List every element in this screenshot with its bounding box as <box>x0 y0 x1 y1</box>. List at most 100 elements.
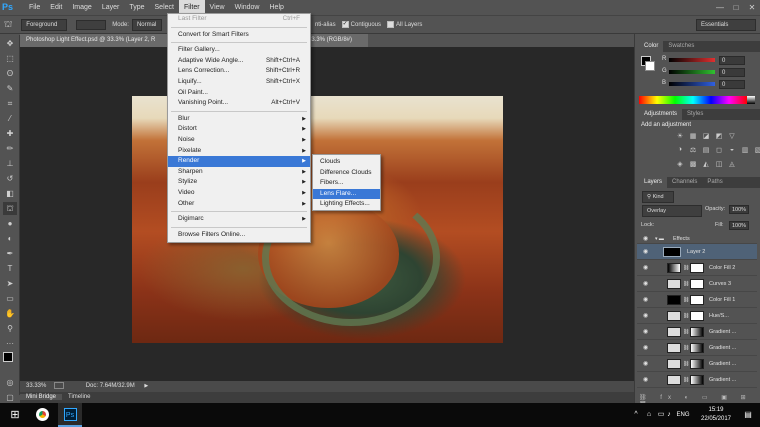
layer-row[interactable]: ◉ ⛓ Curves 3 <box>637 276 757 292</box>
filter-menu-item-filter-gallery[interactable]: Filter Gallery... <box>168 45 310 56</box>
filter-menu-item-distort[interactable]: Distort ▶ <box>168 124 310 135</box>
menu-type[interactable]: Type <box>124 0 149 15</box>
filter-menu-item-render[interactable]: Render ▶ <box>168 156 310 167</box>
quick-mask-icon[interactable]: ◎ <box>3 376 17 389</box>
adjustment-icon[interactable]: ⚖ <box>688 146 698 154</box>
filter-menu-item-last-filter[interactable]: Last Filter Ctrl+F <box>168 14 310 25</box>
filter-menu-item-pixelate[interactable]: Pixelate ▶ <box>168 146 310 157</box>
volume-icon[interactable]: ♪ <box>664 403 674 427</box>
visibility-eye-icon[interactable]: ◉ <box>643 234 648 244</box>
adjustment-icon[interactable]: ◩ <box>714 132 724 140</box>
filter-menu-item-convert-for-smart-filters[interactable]: Convert for Smart Filters <box>168 30 310 41</box>
channel-slider-b[interactable] <box>669 82 715 86</box>
pen-tool-icon[interactable]: ✒ <box>3 247 17 260</box>
maximize-button[interactable]: □ <box>728 3 744 12</box>
tab-layers[interactable]: Layers <box>639 177 668 188</box>
paint-bucket-tool-icon[interactable]: ⛫ <box>4 19 12 31</box>
zoom-tool-icon[interactable]: ⚲ <box>3 322 17 335</box>
filter-menu-item-noise[interactable]: Noise ▶ <box>168 135 310 146</box>
doc-size[interactable]: Doc: 7.64M/32.9M <box>86 383 135 389</box>
menu-layer[interactable]: Layer <box>97 0 125 15</box>
filter-menu-item-oil-paint[interactable]: Oil Paint... <box>168 88 310 99</box>
menu-image[interactable]: Image <box>67 0 96 15</box>
brush-tool-icon[interactable]: ✏ <box>3 142 17 155</box>
channel-slider-r[interactable] <box>669 58 715 62</box>
layer-row[interactable]: ◉ ⛓ Gradient ... <box>637 340 757 356</box>
close-button[interactable]: ✕ <box>744 3 760 12</box>
layer-row[interactable]: ◉ ⛓ Gradient ... <box>637 372 757 388</box>
adjustment-icon[interactable]: ▤ <box>701 146 711 154</box>
layer-row[interactable]: ◉ ⛓ Color Fill 2 <box>637 260 757 276</box>
tab-mini-bridge[interactable]: Mini Bridge <box>20 394 63 400</box>
layers-footer-icons[interactable]: ⛓ fx ◐ ▭ ▣ ⊞ 🗑 <box>639 394 755 408</box>
adjustment-icon[interactable]: ☀ <box>675 132 685 140</box>
adjustment-icon[interactable]: ◭ <box>701 160 711 168</box>
all-layers-checkbox[interactable]: All Layers <box>387 20 422 28</box>
color-spectrum-bw[interactable] <box>747 96 755 104</box>
dodge-tool-icon[interactable]: ◐ <box>3 232 17 245</box>
render-item-fibers[interactable]: Fibers... <box>313 178 380 189</box>
adjustment-icon[interactable]: ◻ <box>714 146 724 154</box>
tab-timeline[interactable]: Timeline <box>62 394 96 400</box>
mode-select[interactable]: Normal <box>131 18 162 31</box>
network-icon[interactable]: ⌂ <box>644 403 654 427</box>
adjustment-icon[interactable]: ◒ <box>727 146 737 153</box>
chrome-taskbar-icon[interactable] <box>30 403 54 427</box>
clock[interactable]: 15:19 22/05/2017 <box>696 403 736 427</box>
render-item-clouds[interactable]: Clouds <box>313 157 380 168</box>
crop-tool-icon[interactable]: ⌗ <box>3 97 17 110</box>
type-tool-icon[interactable]: T <box>3 262 17 275</box>
color-bg-swatch[interactable] <box>645 61 655 71</box>
tab-styles[interactable]: Styles <box>682 109 708 120</box>
visibility-eye-icon[interactable]: ◉ <box>643 340 648 356</box>
filter-menu-item-video[interactable]: Video ▶ <box>168 188 310 199</box>
marquee-tool-icon[interactable]: ⬚ <box>3 52 17 65</box>
fill-field[interactable]: 100% <box>729 221 749 230</box>
filter-menu-item-sharpen[interactable]: Sharpen ▶ <box>168 167 310 178</box>
filter-menu-item-browse-filters-online[interactable]: Browse Filters Online... <box>168 230 310 241</box>
layer-row[interactable]: ◉ ⛓ Hue/S... <box>637 308 757 324</box>
visibility-eye-icon[interactable]: ◉ <box>643 292 648 308</box>
visibility-eye-icon[interactable]: ◉ <box>643 276 648 292</box>
visibility-eye-icon[interactable]: ◉ <box>643 356 648 372</box>
adjustment-icon[interactable]: ▥ <box>740 146 750 154</box>
foreground-color[interactable] <box>3 352 13 362</box>
export-icon[interactable] <box>54 381 65 389</box>
filter-menu-item-liquify[interactable]: Liquify... Shift+Ctrl+X <box>168 77 310 88</box>
tab-swatches[interactable]: Swatches <box>663 41 699 52</box>
filter-menu-item-blur[interactable]: Blur ▶ <box>168 114 310 125</box>
status-arrow-icon[interactable]: ▶ <box>144 383 148 389</box>
language-indicator[interactable]: ENG <box>674 403 692 427</box>
document-tab[interactable]: Photoshop Light Effect.psd @ 33.3% (Laye… <box>20 34 170 47</box>
tab-channels[interactable]: Channels <box>667 177 702 188</box>
fill-source-select[interactable]: Foreground <box>21 18 68 31</box>
blur-tool-icon[interactable]: ● <box>3 217 17 230</box>
layer-filter-select[interactable]: ⚲ Kind <box>642 191 674 203</box>
filter-menu-item-adaptive-wide-angle[interactable]: Adaptive Wide Angle... Shift+Ctrl+A <box>168 56 310 67</box>
menu-edit[interactable]: Edit <box>45 0 67 15</box>
channel-value-b[interactable]: 0 <box>719 80 745 89</box>
pattern-picker[interactable] <box>76 19 107 30</box>
filter-menu-item-vanishing-point[interactable]: Vanishing Point... Alt+Ctrl+V <box>168 98 310 109</box>
opacity-field[interactable]: 100% <box>729 205 749 214</box>
tray-chevron-icon[interactable]: ^ <box>632 403 640 427</box>
adjustment-icon[interactable]: ◬ <box>727 160 737 168</box>
contiguous-checkbox[interactable]: ✓ Contiguous <box>341 20 381 28</box>
tab-adjustments[interactable]: Adjustments <box>639 109 683 120</box>
visibility-eye-icon[interactable]: ◉ <box>643 244 648 260</box>
zoom-level[interactable]: 33.33% <box>20 383 52 389</box>
layer-group[interactable]: ◉ ▾ ▬ Effects <box>637 234 757 244</box>
filter-menu-item-lens-correction[interactable]: Lens Correction... Shift+Ctrl+R <box>168 66 310 77</box>
shape-tool-icon[interactable]: ▭ <box>3 292 17 305</box>
more-tools-icon[interactable]: ··· <box>3 337 17 350</box>
stamp-tool-icon[interactable]: ⊥ <box>3 157 17 170</box>
filter-menu-item-digimarc[interactable]: Digimarc ▶ <box>168 214 310 225</box>
channel-value-r[interactable]: 0 <box>719 56 745 65</box>
layer-row[interactable]: ◉ Layer 2 <box>637 244 757 260</box>
eraser-tool-icon[interactable]: ◧ <box>3 187 17 200</box>
adjustment-icon[interactable]: ◈ <box>675 160 685 168</box>
adjustment-icon[interactable]: ◑ <box>675 146 685 153</box>
minimize-button[interactable]: — <box>712 3 728 12</box>
photoshop-taskbar-icon[interactable]: Ps <box>58 403 82 427</box>
adjustment-icon[interactable]: ▩ <box>688 160 698 168</box>
